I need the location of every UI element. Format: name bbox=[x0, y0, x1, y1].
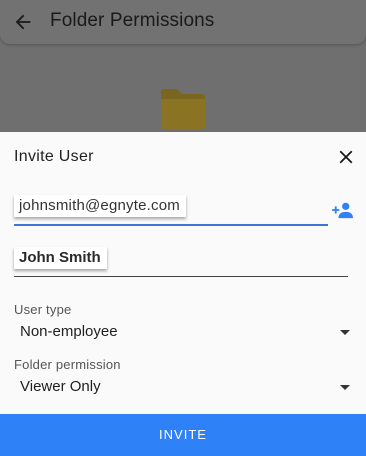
folder-permission-label: Folder permission bbox=[14, 357, 121, 372]
dialog-title: Invite User bbox=[14, 148, 94, 165]
email-field[interactable]: johnsmith@egnyte.com bbox=[14, 194, 328, 226]
page-title: Folder Permissions bbox=[50, 10, 215, 31]
invite-user-sheet: Invite User johnsmith@egnyte.com John Sm… bbox=[0, 132, 366, 456]
invite-button[interactable]: INVITE bbox=[0, 414, 366, 456]
name-chip[interactable]: John Smith bbox=[14, 247, 107, 269]
close-icon[interactable] bbox=[335, 146, 357, 168]
folder-icon bbox=[161, 89, 205, 129]
app-bar: Folder Permissions bbox=[0, 0, 366, 44]
arrow-back-icon[interactable] bbox=[12, 11, 34, 33]
user-type-value: Non-employee bbox=[20, 323, 118, 340]
name-field[interactable]: John Smith bbox=[14, 246, 348, 277]
user-type-label: User type bbox=[14, 302, 72, 317]
email-chip[interactable]: johnsmith@egnyte.com bbox=[14, 195, 186, 217]
dropdown-arrow-icon bbox=[340, 330, 350, 335]
folder-permission-value: Viewer Only bbox=[20, 378, 101, 395]
dropdown-arrow-icon bbox=[340, 385, 350, 390]
folder-permission-select[interactable]: Viewer Only bbox=[14, 374, 354, 400]
person-add-icon[interactable] bbox=[332, 200, 354, 220]
user-type-select[interactable]: Non-employee bbox=[14, 319, 354, 345]
